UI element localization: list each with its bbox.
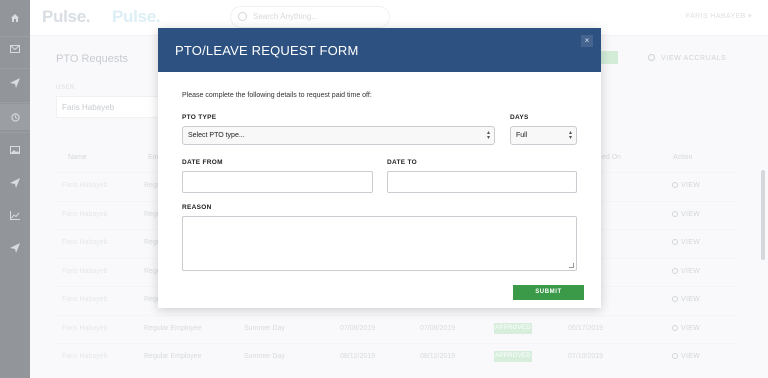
close-button[interactable]: ×	[581, 35, 593, 47]
modal-title: PTO/LEAVE REQUEST FORM	[175, 43, 359, 58]
select-arrows-icon: ▴ ▾	[568, 130, 572, 141]
date-from-input[interactable]	[182, 171, 373, 193]
resize-handle-icon[interactable]	[569, 263, 574, 268]
scrollbar[interactable]	[761, 170, 765, 260]
form-instructions: Please complete the following details to…	[182, 92, 372, 99]
pto-type-value: Select PTO type...	[188, 132, 245, 139]
select-arrows-icon: ▴ ▾	[486, 130, 490, 141]
pto-type-label: PTO TYPE	[182, 114, 217, 121]
date-from-label: DATE FROM	[182, 159, 223, 166]
pto-type-select[interactable]: Select PTO type... ▴ ▾	[182, 126, 495, 145]
date-to-label: DATE TO	[387, 159, 418, 166]
days-select[interactable]: Full ▴ ▾	[510, 126, 577, 145]
days-label: DAYS	[510, 114, 529, 121]
date-to-input[interactable]	[387, 171, 577, 193]
pto-request-modal: PTO/LEAVE REQUEST FORM × Please complete…	[158, 28, 601, 308]
modal-header: PTO/LEAVE REQUEST FORM ×	[158, 28, 601, 72]
reason-textarea[interactable]	[182, 216, 577, 271]
days-value: Full	[516, 132, 528, 139]
reason-label: REASON	[182, 204, 212, 211]
submit-button[interactable]: SUBMIT	[513, 285, 584, 300]
